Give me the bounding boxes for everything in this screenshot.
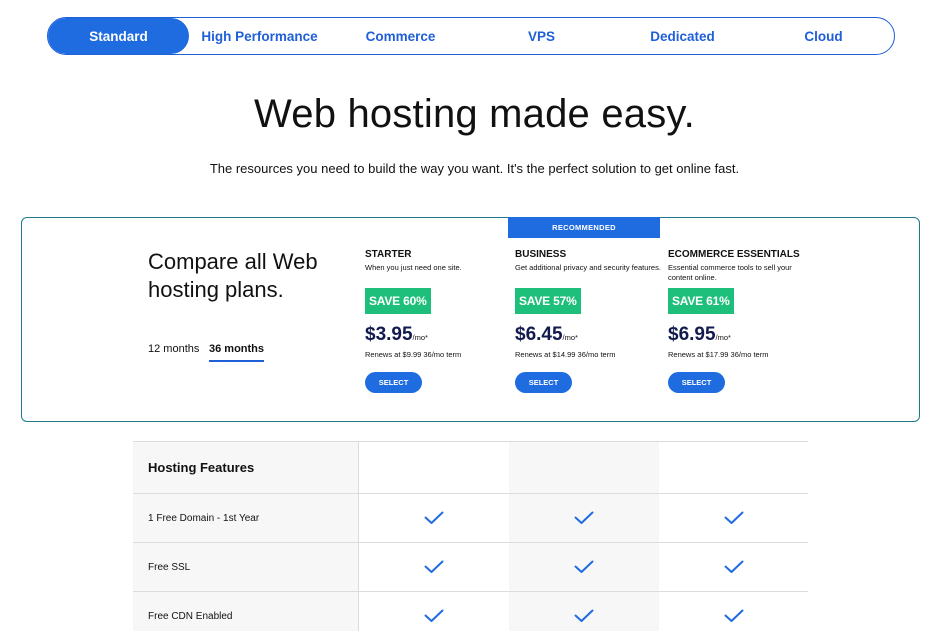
features-header: Hosting Features [133, 442, 359, 493]
plan-comparison-card: Compare all Web hosting plans. 12 months… [21, 217, 920, 422]
tab-commerce[interactable]: Commerce [330, 18, 471, 54]
plan-price: $6.95/mo* [668, 324, 818, 346]
tab-dedicated[interactable]: Dedicated [612, 18, 753, 54]
plan-business: BUSINESS Get additional privacy and secu… [515, 249, 665, 393]
feature-label: 1 Free Domain - 1st Year [133, 494, 359, 542]
check-icon [424, 609, 444, 622]
page-subtitle: The resources you need to build the way … [209, 161, 740, 176]
feature-cell [359, 543, 509, 591]
feature-cell [359, 494, 509, 542]
recommended-badge: RECOMMENDED [508, 217, 660, 238]
feature-cell [509, 592, 659, 631]
price-amount: $6.45 [515, 324, 563, 345]
renewal-text: Renews at $9.99 36/mo term [365, 350, 462, 359]
check-icon [574, 609, 594, 622]
renewal-text: Renews at $17.99 36/mo term [668, 350, 769, 359]
plan-description: Essential commerce tools to sell your co… [668, 263, 792, 282]
feature-cell [659, 494, 808, 542]
plan-description: When you just need one site. [365, 263, 462, 272]
tab-high-performance[interactable]: High Performance [189, 18, 330, 54]
check-icon [424, 560, 444, 573]
feature-label: Free SSL [133, 543, 359, 591]
page-title: Web hosting made easy. [254, 92, 695, 136]
plan-price: $3.95/mo* [365, 324, 515, 346]
price-unit: /mo* [715, 333, 731, 342]
table-row: Free SSL [133, 543, 808, 592]
price-amount: $6.95 [668, 324, 716, 345]
tab-cloud[interactable]: Cloud [753, 18, 894, 54]
table-row: Free CDN Enabled [133, 592, 808, 631]
term-12-months[interactable]: 12 months [148, 343, 199, 355]
feature-label: Free CDN Enabled [133, 592, 359, 631]
save-badge: SAVE 57% [515, 288, 581, 314]
select-business-button[interactable]: SELECT [515, 372, 572, 393]
check-icon [574, 560, 594, 573]
select-ecommerce-essentials-button[interactable]: SELECT [668, 372, 725, 393]
table-header-row: Hosting Features [133, 442, 808, 494]
check-icon [724, 560, 744, 573]
price-unit: /mo* [412, 333, 428, 342]
check-icon [724, 511, 744, 524]
plan-name: STARTER [365, 249, 412, 260]
plan-name: ECOMMERCE ESSENTIALS [668, 249, 800, 260]
check-icon [724, 609, 744, 622]
save-badge: SAVE 60% [365, 288, 431, 314]
price-amount: $3.95 [365, 324, 413, 345]
table-row: 1 Free Domain - 1st Year [133, 494, 808, 543]
plan-price: $6.45/mo* [515, 324, 665, 346]
feature-cell [509, 543, 659, 591]
renewal-text: Renews at $14.99 36/mo term [515, 350, 616, 359]
save-badge: SAVE 61% [668, 288, 734, 314]
plan-name: BUSINESS [515, 249, 567, 260]
select-starter-button[interactable]: SELECT [365, 372, 422, 393]
check-icon [424, 511, 444, 524]
hosting-type-tabs: Standard High Performance Commerce VPS D… [47, 17, 895, 55]
plan-starter: STARTER When you just need one site. SAV… [365, 249, 515, 393]
compare-title: Compare all Web hosting plans. [148, 249, 318, 302]
check-icon [574, 511, 594, 524]
plan-description: Get additional privacy and security feat… [515, 263, 661, 272]
term-36-months[interactable]: 36 months [209, 343, 265, 362]
plan-ecommerce-essentials: ECOMMERCE ESSENTIALS Essential commerce … [668, 249, 818, 393]
feature-cell [509, 494, 659, 542]
tab-standard[interactable]: Standard [48, 18, 189, 54]
tab-vps[interactable]: VPS [471, 18, 612, 54]
feature-cell [359, 592, 509, 631]
feature-cell [659, 543, 808, 591]
feature-cell [659, 592, 808, 631]
price-unit: /mo* [562, 333, 578, 342]
hosting-features-table: Hosting Features 1 Free Domain - 1st Yea… [133, 441, 808, 631]
